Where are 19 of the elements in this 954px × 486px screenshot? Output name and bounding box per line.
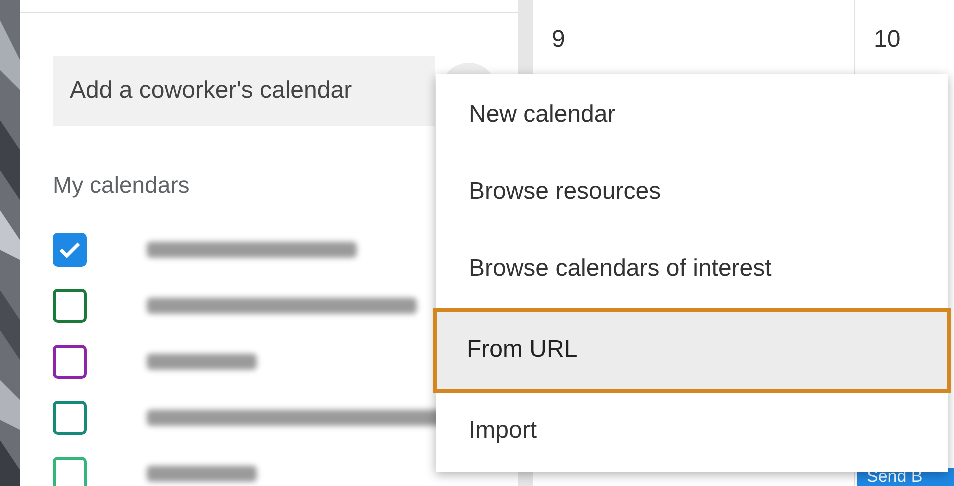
menu-item[interactable]: Browse resources <box>436 153 948 230</box>
menu-item[interactable]: New calendar <box>436 76 948 154</box>
day-number: 10 <box>874 25 902 55</box>
day-number: 9 <box>552 25 566 55</box>
menu-item[interactable]: From URL <box>433 308 951 393</box>
blurred-name-icon <box>147 298 417 314</box>
checkbox[interactable] <box>53 233 87 267</box>
checkbox[interactable] <box>53 289 87 323</box>
checkbox[interactable] <box>53 345 87 379</box>
menu-item[interactable]: Import <box>436 392 948 470</box>
checkmark-icon <box>59 241 81 259</box>
search-field[interactable]: Add a coworker's calendar <box>53 56 435 126</box>
checkbox[interactable] <box>53 401 87 435</box>
section-title: My calendars <box>53 171 190 200</box>
blurred-name-icon <box>147 354 257 370</box>
checkbox[interactable] <box>53 457 87 486</box>
menu-item[interactable]: Browse calendars of interest <box>436 230 948 308</box>
blurred-name-icon <box>147 242 357 258</box>
blurred-name-icon <box>147 466 257 482</box>
